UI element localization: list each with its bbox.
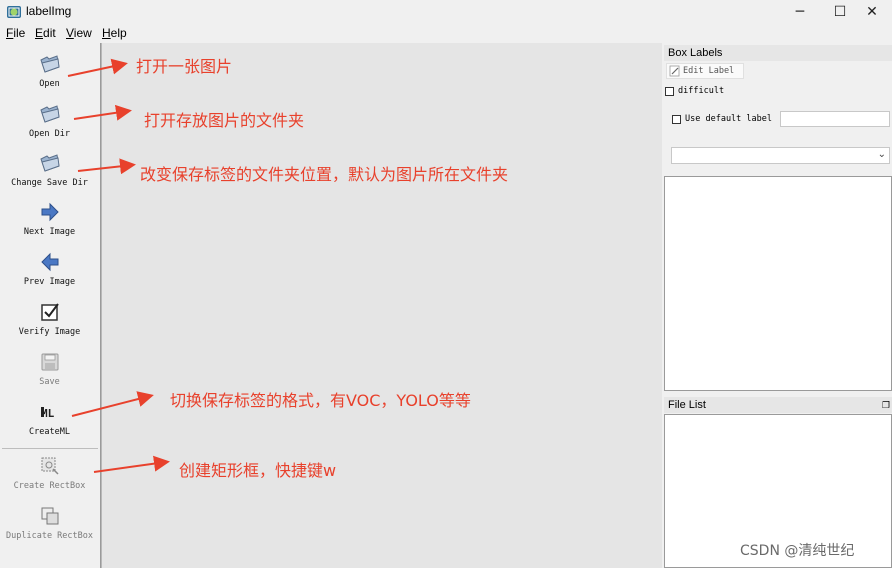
menu-help[interactable]: Help	[102, 26, 127, 40]
undock-icon[interactable]: ❐	[882, 397, 890, 413]
menu-bar: File Edit View Help	[0, 26, 892, 42]
close-button[interactable]: ✕	[852, 0, 892, 24]
toolbar-separator	[2, 448, 98, 449]
create-rectbox-button[interactable]: Create RectBox	[0, 455, 99, 491]
annotation-createml: 切换保存标签的格式，有VOC，YOLO等等	[170, 391, 471, 410]
open-dir-label: Open Dir	[29, 129, 70, 139]
edit-pencil-icon	[669, 65, 680, 77]
duplicate-rectbox-icon	[41, 507, 58, 525]
verify-image-label: Verify Image	[18, 327, 81, 337]
edit-label-text: Edit Label	[683, 66, 735, 76]
floppy-disk-icon	[41, 353, 58, 371]
create-rectbox-icon	[41, 457, 59, 475]
difficult-checkbox[interactable]	[665, 86, 674, 96]
open-button[interactable]: Open	[0, 53, 99, 89]
csdn-watermark: CSDN @清纯世纪	[740, 543, 855, 559]
folder-icon	[39, 154, 60, 172]
duplicate-rectbox-label: Duplicate RectBox	[6, 531, 93, 541]
annotation-open: 打开一张图片	[136, 57, 233, 76]
minimize-button[interactable]: ─	[780, 0, 820, 24]
window-title: labelImg	[26, 4, 72, 18]
next-image-button[interactable]: Next Image	[0, 201, 99, 237]
use-default-label-text: Use default label	[685, 114, 772, 124]
createml-label: CreateML	[29, 427, 70, 437]
open-dir-button[interactable]: Open Dir	[0, 103, 99, 139]
default-label-input[interactable]	[780, 111, 890, 127]
save-button[interactable]: Save	[0, 351, 99, 387]
open-label: Open	[39, 79, 60, 89]
save-label: Save	[39, 377, 60, 387]
checkbox-check-icon	[40, 303, 59, 321]
title-bar: labelImg ─ ☐ ✕	[0, 0, 892, 24]
box-labels-header: Box Labels	[664, 45, 892, 61]
next-image-label: Next Image	[23, 227, 76, 237]
use-default-label-checkbox[interactable]	[672, 114, 681, 124]
label-combo-box[interactable]: ⌄	[671, 147, 890, 164]
prev-image-label: Prev Image	[23, 277, 76, 287]
chevron-down-icon: ⌄	[877, 149, 886, 160]
change-save-dir-label: Change Save Dir	[11, 178, 88, 188]
folder-icon	[39, 55, 60, 73]
menu-view[interactable]: View	[66, 26, 92, 40]
arrow-right-icon	[41, 202, 59, 222]
box-labels-title: Box Labels	[668, 47, 723, 59]
createml-format-icon: ML	[40, 407, 54, 420]
difficult-label: difficult	[678, 86, 725, 96]
annotation-open-dir: 打开存放图片的文件夹	[144, 111, 305, 130]
use-default-label-row[interactable]: Use default label	[672, 114, 772, 124]
annotation-change-save-dir: 改变保存标签的文件夹位置，默认为图片所在文件夹	[140, 165, 509, 184]
menu-file[interactable]: File	[6, 26, 25, 40]
menu-edit[interactable]: Edit	[35, 26, 56, 40]
folder-icon	[39, 105, 60, 123]
createml-format-button[interactable]: ML CreateML	[0, 401, 99, 437]
annotation-create-rectbox: 创建矩形框，快捷键w	[179, 461, 337, 480]
create-rectbox-label: Create RectBox	[13, 481, 86, 491]
change-save-dir-button[interactable]: Change Save Dir	[0, 152, 99, 188]
duplicate-rectbox-button[interactable]: Duplicate RectBox	[0, 505, 99, 541]
labelimg-app-icon	[7, 6, 21, 18]
file-list-title: File List	[668, 399, 706, 411]
verify-image-button[interactable]: Verify Image	[0, 301, 99, 337]
left-toolbar: Open Open Dir Change Save Dir Next Image…	[0, 43, 101, 568]
difficult-checkbox-row[interactable]: difficult	[665, 86, 724, 96]
prev-image-button[interactable]: Prev Image	[0, 251, 99, 287]
label-list[interactable]	[664, 176, 892, 391]
edit-label-button[interactable]: Edit Label	[666, 63, 744, 79]
arrow-left-icon	[40, 252, 58, 272]
file-list-header: File List ❐	[664, 397, 892, 413]
